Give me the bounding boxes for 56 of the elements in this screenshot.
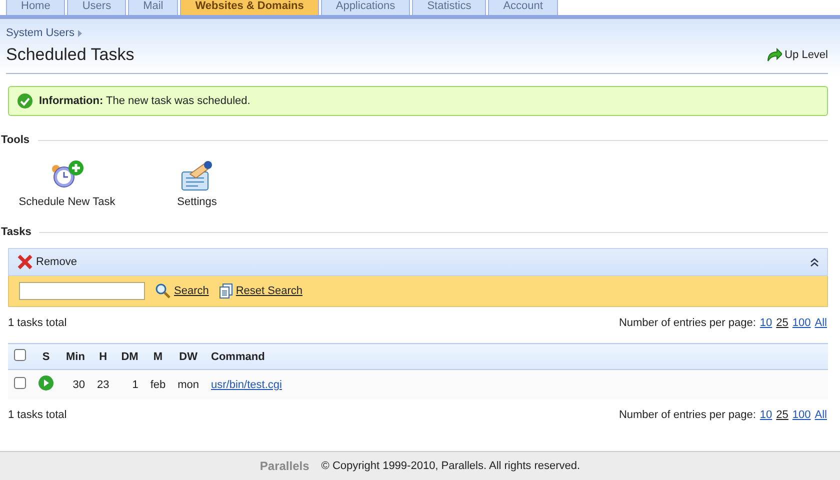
copyright-text: © Copyright 1999-2010, Parallels. All rights reserved. <box>321 460 580 472</box>
nav-tab[interactable]: Home <box>6 0 66 15</box>
nav-tab[interactable]: Websites & Domains <box>180 0 319 15</box>
up-level-link[interactable]: Up Level <box>766 48 828 62</box>
column-header: DW <box>172 344 206 370</box>
cross-icon <box>17 254 33 270</box>
table-cell: 1 <box>115 370 144 399</box>
page-size-link[interactable]: 25 <box>776 409 788 421</box>
page-size-link[interactable]: 10 <box>760 317 772 329</box>
tasks-total: 1 tasks total <box>8 409 67 421</box>
nav-tab[interactable]: Statistics <box>412 0 486 15</box>
double-chevron-up-icon[interactable] <box>810 258 819 266</box>
column-header: S <box>32 344 60 370</box>
select-all-checkbox[interactable] <box>14 349 26 361</box>
column-header: Command <box>205 344 828 370</box>
entries-per-page-label: Number of entries per page: <box>618 409 756 421</box>
column-header: Min <box>60 344 91 370</box>
info-message: Information: The new task was scheduled. <box>39 95 250 107</box>
tool-button[interactable]: Schedule New Task <box>12 160 122 208</box>
pointing-hand-form-icon <box>180 160 214 192</box>
page-title: Scheduled Tasks <box>6 45 134 65</box>
table-cell: feb <box>144 370 172 399</box>
page-size-link[interactable]: All <box>814 409 827 421</box>
column-header: H <box>90 344 116 370</box>
nav-tab[interactable]: Mail <box>128 0 178 15</box>
tool-button[interactable]: Settings <box>142 160 252 208</box>
section-heading: Tasks <box>1 226 32 238</box>
column-header: DM <box>115 344 144 370</box>
nav-tab[interactable]: Account <box>488 0 558 15</box>
page-size-link[interactable]: 100 <box>792 409 811 421</box>
nav-tab[interactable]: Users <box>67 0 126 15</box>
search-field[interactable] <box>19 282 145 300</box>
page-size-link[interactable]: 100 <box>792 317 811 329</box>
nav-tab[interactable]: Applications <box>320 0 410 15</box>
page-size-link[interactable]: 10 <box>760 409 772 421</box>
parallels-logo: Parallels <box>260 459 310 473</box>
entries-per-page-label: Number of entries per page: <box>618 317 756 329</box>
command-link[interactable]: usr/bin/test.cgi <box>211 378 282 390</box>
check-icon <box>17 93 33 109</box>
search-icon <box>155 283 171 299</box>
section-heading: Tools <box>1 134 30 146</box>
search-link[interactable]: Search <box>155 283 209 299</box>
column-header: M <box>144 344 172 370</box>
row-checkbox[interactable] <box>14 377 26 389</box>
table-cell: 30 <box>60 370 91 399</box>
documents-icon <box>218 283 233 299</box>
page-size-link[interactable]: 25 <box>776 317 788 329</box>
tasks-total: 1 tasks total <box>8 317 67 329</box>
page-size-link[interactable]: All <box>814 317 827 329</box>
chevron-right-icon <box>78 30 82 36</box>
curved-arrow-icon <box>766 48 782 62</box>
table-cell: mon <box>172 370 206 399</box>
table-cell: 23 <box>90 370 116 399</box>
reset-search-link[interactable]: Reset Search <box>218 283 303 299</box>
remove-button[interactable]: Remove <box>17 254 77 270</box>
breadcrumb-link[interactable]: System Users <box>6 27 74 39</box>
